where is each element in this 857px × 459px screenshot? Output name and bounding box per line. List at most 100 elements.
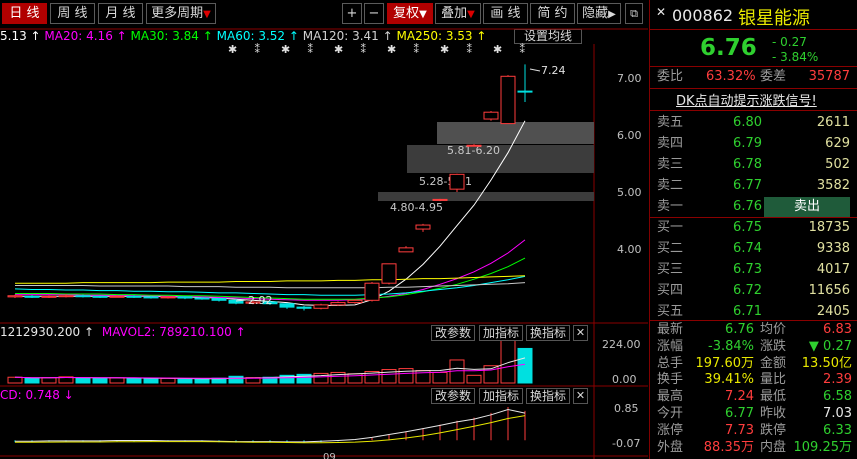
volume-bar (177, 378, 193, 384)
stat-label: 今开 (657, 406, 684, 421)
sell-out-button[interactable]: 卖出 (764, 197, 850, 217)
candle[interactable] (449, 173, 465, 190)
sell-level-row[interactable]: 卖二 6.77 3582 (650, 176, 857, 196)
candle[interactable] (466, 144, 482, 147)
candle[interactable] (92, 295, 108, 298)
candle[interactable] (517, 90, 533, 93)
ma120-line (15, 282, 526, 289)
stat-row: 涨幅 -3.84% 涨跌 ▼ 0.27 (650, 339, 857, 356)
volume-bar (432, 371, 448, 384)
vol-switch-indicator-button[interactable]: 换指标 (526, 325, 570, 341)
stat-value: 6.33 (823, 422, 852, 438)
buy-level-row[interactable]: 买二 6.74 9338 (650, 239, 857, 259)
signal-marker-icon: ✱ (228, 43, 237, 56)
buy-level-row[interactable]: 买三 6.73 4017 (650, 260, 857, 280)
weicha-label: 委差 (760, 69, 787, 84)
stat-value: 6.83 (823, 322, 852, 337)
macd-tick: 0.85 (614, 402, 639, 415)
stat-row: 总手 197.60万 金额 13.50亿 (650, 356, 857, 373)
stat-label: 涨停 (657, 422, 684, 438)
volume-bar (466, 374, 482, 384)
buy-level-label: 买四 (657, 283, 684, 298)
candle[interactable] (7, 295, 23, 298)
sell-level-label: 卖五 (657, 115, 684, 130)
sell-level-price: 6.79 (733, 136, 762, 151)
volume-bar (75, 377, 91, 384)
volume-bar (517, 347, 533, 384)
vol-legend: 1212930.200 ↑ MAVOL2: 789210.100 ↑ (0, 325, 246, 340)
sell-level-row[interactable]: 卖四 6.79 629 (650, 134, 857, 154)
sell-level-label: 卖四 (657, 136, 684, 151)
buy-level-price: 6.72 (733, 283, 762, 298)
buy-level-row[interactable]: 买四 6.72 11656 (650, 281, 857, 301)
stat-value: 7.24 (725, 389, 754, 405)
buy-level-row[interactable]: 买五 6.71 2405 (650, 302, 857, 322)
sell-level-volume: 3582 (816, 178, 850, 193)
buy-level-label: 买五 (657, 304, 684, 319)
candle[interactable] (313, 304, 329, 309)
candle[interactable] (347, 299, 363, 304)
candle[interactable] (432, 198, 448, 201)
stat-value: 6.58 (823, 389, 852, 405)
candle[interactable] (194, 297, 210, 300)
sell-level-row[interactable]: 卖三 6.78 502 (650, 155, 857, 175)
candle[interactable] (143, 296, 159, 299)
candle[interactable] (109, 295, 125, 298)
candle[interactable] (58, 295, 74, 298)
volume-bar (7, 376, 23, 384)
stat-label: 最新 (657, 322, 684, 337)
candle[interactable] (126, 295, 142, 298)
stat-row: 最高 7.24 最低 6.58 (650, 389, 857, 406)
candle[interactable] (279, 303, 295, 308)
stat-value: 7.03 (823, 406, 852, 421)
stat-label: 均价 (760, 322, 787, 337)
candle[interactable] (415, 224, 431, 230)
stat-label: 总手 (657, 355, 684, 371)
buy-level-row[interactable]: 买一 6.75 18735 (650, 218, 857, 238)
sell-level-row[interactable]: 卖一 6.76 卖出 (650, 197, 857, 217)
macd-add-indicator-button[interactable]: 加指标 (479, 388, 523, 404)
close-icon[interactable]: ✕ (656, 5, 666, 19)
mavol2-line (14, 363, 526, 379)
candle[interactable] (211, 298, 227, 301)
zone-box (437, 122, 594, 144)
stat-row: 最新 6.76 均价 6.83 (650, 322, 857, 339)
stat-label: 最低 (760, 389, 787, 405)
vol-params-button[interactable]: 改参数 (431, 325, 475, 341)
price-change: - 0.27 (772, 35, 807, 49)
macd-params-button[interactable]: 改参数 (431, 388, 475, 404)
vol-close-button[interactable]: ✕ (573, 325, 588, 341)
candle[interactable] (24, 295, 40, 298)
candle[interactable] (160, 296, 176, 299)
candle[interactable] (483, 111, 499, 120)
stat-label: 昨收 (760, 406, 787, 421)
signal-link[interactable]: DK点自动提示涨跌信号! (676, 90, 817, 109)
candle[interactable] (398, 247, 414, 253)
buy-level-price: 6.71 (733, 304, 762, 319)
signal-marker-icon: ⁑ (467, 43, 473, 56)
stat-label: 金额 (760, 355, 787, 371)
candle[interactable] (296, 306, 312, 309)
stat-value: ▼ 0.27 (808, 338, 852, 354)
buy-level-price: 6.74 (733, 241, 762, 256)
macd-legend: CD: 0.748 ↓ (0, 388, 74, 403)
candle[interactable] (75, 295, 91, 298)
candle[interactable] (364, 282, 380, 301)
weibi-label: 委比 (657, 69, 684, 84)
buy-level-volume: 11656 (808, 283, 850, 298)
macd-close-button[interactable]: ✕ (573, 388, 588, 404)
candle[interactable] (177, 296, 193, 299)
candle[interactable] (381, 263, 397, 284)
volume-bar (143, 378, 159, 384)
vol-add-indicator-button[interactable]: 加指标 (479, 325, 523, 341)
candle[interactable] (41, 295, 57, 298)
high-annotation: 7.24 (541, 64, 566, 77)
sell-level-row[interactable]: 卖五 6.80 2611 (650, 113, 857, 133)
stat-label: 最高 (657, 389, 684, 405)
macd-switch-indicator-button[interactable]: 换指标 (526, 388, 570, 404)
candle[interactable] (330, 302, 346, 306)
buy-level-price: 6.75 (733, 220, 762, 235)
stat-label: 跌停 (760, 422, 787, 438)
candle[interactable] (500, 75, 516, 125)
stat-row: 今开 6.77 昨收 7.03 (650, 406, 857, 423)
